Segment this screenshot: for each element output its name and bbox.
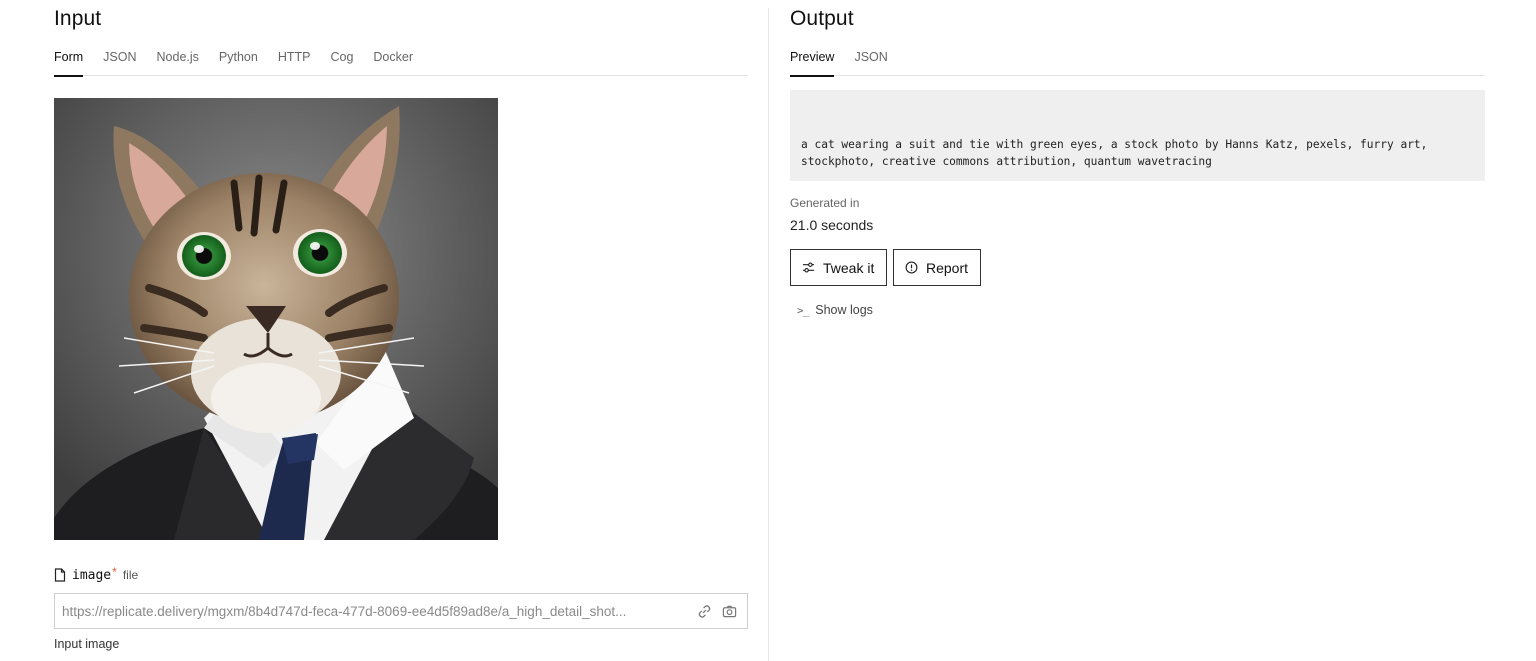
input-tabs: Form JSON Node.js Python HTTP Cog Docker: [54, 49, 748, 77]
panel-divider: [768, 8, 769, 661]
show-logs-toggle[interactable]: >_ Show logs: [797, 303, 873, 317]
tweak-button[interactable]: Tweak it: [790, 249, 887, 286]
file-icon: [54, 568, 66, 582]
report-button-label: Report: [926, 259, 969, 276]
tab-python[interactable]: Python: [219, 49, 258, 76]
tab-form[interactable]: Form: [54, 49, 84, 77]
field-help-text: Input image: [54, 637, 120, 651]
sliders-icon: [802, 262, 815, 273]
field-type: file: [122, 568, 139, 582]
image-url-input[interactable]: [62, 603, 687, 619]
field-name: image: [72, 567, 112, 583]
link-icon[interactable]: [697, 604, 712, 619]
tweak-button-label: Tweak it: [823, 259, 875, 276]
output-tabs: Preview JSON: [790, 49, 1485, 77]
input-image-preview: [54, 98, 498, 540]
tab-cog[interactable]: Cog: [330, 49, 353, 76]
camera-icon[interactable]: [722, 604, 737, 619]
generated-time: 21.0 seconds: [790, 217, 874, 233]
output-panel: Output Preview JSON a cat wearing a suit…: [790, 0, 1485, 661]
required-marker: *: [112, 565, 117, 579]
input-panel: Input Form JSON Node.js Python HTTP Cog …: [54, 0, 748, 661]
output-preview-box: a cat wearing a suit and tie with green …: [790, 90, 1485, 181]
tab-output-json[interactable]: JSON: [854, 49, 887, 76]
tab-docker[interactable]: Docker: [373, 49, 413, 76]
alert-circle-icon: [905, 261, 918, 274]
tab-http[interactable]: HTTP: [278, 49, 311, 76]
tab-preview[interactable]: Preview: [790, 49, 835, 77]
image-url-field[interactable]: [54, 593, 748, 629]
image-field-label: image * file: [54, 565, 139, 584]
show-logs-label: Show logs: [815, 303, 873, 317]
tab-json[interactable]: JSON: [103, 49, 136, 76]
output-title: Output: [790, 7, 854, 30]
output-text: a cat wearing a suit and tie with green …: [801, 138, 1428, 168]
terminal-icon: >_: [797, 303, 809, 317]
tab-nodejs[interactable]: Node.js: [157, 49, 199, 76]
report-button[interactable]: Report: [893, 249, 981, 286]
generated-label: Generated in: [790, 196, 860, 210]
input-title: Input: [54, 7, 102, 30]
